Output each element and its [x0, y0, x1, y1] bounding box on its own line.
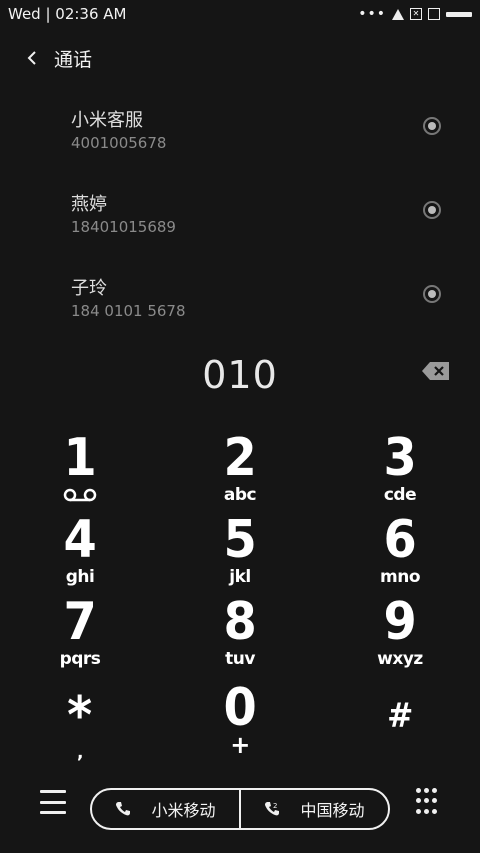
battery-icon — [446, 11, 472, 17]
key-7[interactable]: 7 pqrs — [0, 596, 160, 678]
phone-sim2-icon: 2 — [265, 802, 280, 816]
status-icons: ••• ✕ — [358, 6, 472, 22]
contact-select-radio[interactable] — [423, 117, 441, 135]
contact-name: 燕婷 — [71, 194, 107, 215]
sim-call-buttons: 小米移动 2 中国移动 — [90, 788, 390, 830]
contact-item[interactable]: 小米客服 4001005678 — [0, 96, 480, 180]
contact-name: 小米客服 — [71, 110, 143, 131]
contact-number: 184 0101 5678 — [71, 302, 186, 320]
key-4[interactable]: 4 ghi — [0, 514, 160, 596]
key-letters: pqrs — [59, 649, 101, 669]
no-sim-icon: ✕ — [410, 8, 422, 20]
key-letters: tuv — [225, 649, 255, 669]
key-2[interactable]: 2 abc — [160, 432, 320, 514]
menu-icon[interactable] — [40, 790, 66, 814]
sim-card-icon — [428, 8, 440, 20]
voicemail-icon — [63, 488, 97, 502]
svg-text:2: 2 — [273, 802, 277, 810]
status-bar: Wed | 02:36 AM ••• ✕ — [0, 0, 480, 28]
backspace-icon[interactable] — [421, 360, 451, 382]
contact-name: 子玲 — [71, 278, 107, 299]
key-digit: 7 — [63, 592, 97, 652]
key-digit: 9 — [383, 592, 417, 652]
sim2-label: 中国移动 — [300, 801, 365, 820]
key-5[interactable]: 5 jkl — [160, 514, 320, 596]
key-digit: 6 — [383, 510, 417, 570]
dialpad: 1 2 abc 3 cde 4 ghi 5 jkl 6 mno 7 pqrs 8… — [0, 432, 480, 772]
dialed-number: 010 — [202, 353, 278, 397]
sim1-label: 小米移动 — [151, 801, 216, 820]
contact-select-radio[interactable] — [423, 285, 441, 303]
key-digit: 5 — [223, 510, 257, 570]
key-letters: mno — [380, 567, 421, 587]
key-8[interactable]: 8 tuv — [160, 596, 320, 678]
contact-item[interactable]: 燕婷 18401015689 — [0, 180, 480, 264]
key-3[interactable]: 3 cde — [320, 432, 480, 514]
key-0[interactable]: 0 + — [160, 682, 320, 764]
dial-display: 010 — [0, 350, 480, 400]
dialpad-grid-icon[interactable] — [416, 788, 438, 816]
page-title: 通话 — [54, 48, 93, 71]
contact-number: 4001005678 — [71, 134, 167, 152]
call-sim1-button[interactable]: 小米移动 — [92, 790, 239, 828]
key-letters: + — [230, 731, 250, 759]
key-letters: jkl — [229, 567, 251, 587]
contact-suggestions: 小米客服 4001005678 燕婷 18401015689 子玲 184 01… — [0, 96, 480, 348]
contact-number: 18401015689 — [71, 218, 176, 236]
key-digit: # — [386, 696, 414, 736]
key-letters: wxyz — [377, 649, 423, 669]
key-letters: ghi — [65, 567, 95, 587]
key-digit: 3 — [383, 428, 417, 488]
contact-select-radio[interactable] — [423, 201, 441, 219]
more-dots-icon: ••• — [358, 6, 386, 22]
key-digit: 8 — [223, 592, 257, 652]
chevron-left-icon — [27, 51, 36, 65]
header: 通话 — [0, 40, 480, 76]
key-letters: abc — [223, 485, 257, 505]
key-letters: , — [77, 743, 83, 763]
status-time: Wed | 02:36 AM — [8, 5, 127, 23]
key-digit: 0 — [223, 678, 257, 738]
contact-item[interactable]: 子玲 184 0101 5678 — [0, 264, 480, 348]
key-digit: 2 — [223, 428, 257, 488]
key-6[interactable]: 6 mno — [320, 514, 480, 596]
bottom-bar: 小米移动 2 中国移动 — [0, 780, 480, 840]
call-sim2-button[interactable]: 2 中国移动 — [239, 790, 388, 828]
key-digit: * — [67, 686, 93, 746]
back-button[interactable] — [12, 40, 52, 76]
key-star[interactable]: * , — [0, 690, 160, 772]
alert-triangle-icon — [392, 8, 404, 20]
key-digit: 1 — [63, 428, 97, 488]
key-9[interactable]: 9 wxyz — [320, 596, 480, 678]
key-digit: 4 — [63, 510, 97, 570]
key-hash[interactable]: # — [320, 690, 480, 772]
key-letters: cde — [383, 485, 417, 505]
key-1[interactable]: 1 — [0, 432, 160, 514]
phone-sim1-icon — [116, 802, 131, 816]
